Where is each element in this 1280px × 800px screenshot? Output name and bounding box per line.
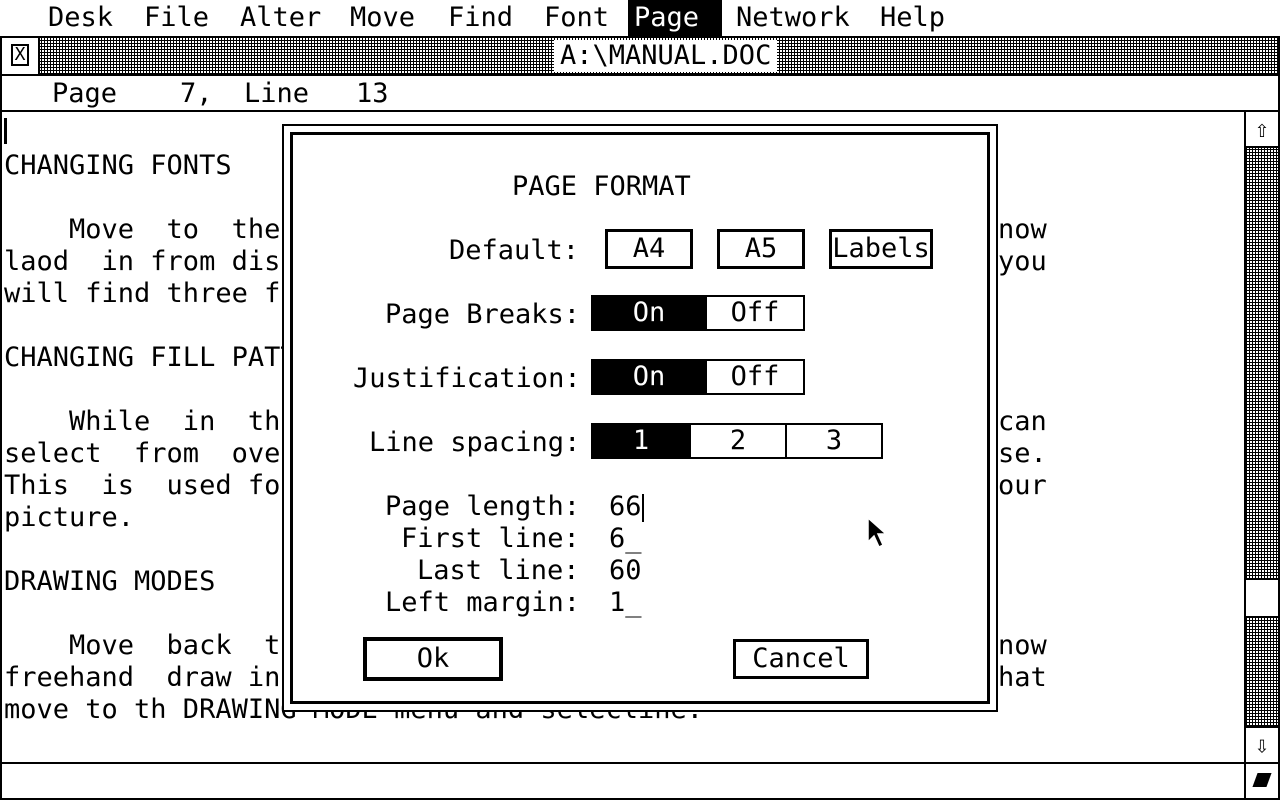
menu-font[interactable]: Font: [536, 0, 617, 36]
menu-bar: Desk File Alter Move Find Font Page Netw…: [0, 0, 1280, 38]
justification-on[interactable]: On: [593, 361, 705, 393]
doc-line-fragment: can: [998, 406, 1047, 437]
doc-line: laod in from disk: [4, 246, 297, 277]
page-label: Page: [52, 78, 118, 109]
default-label: Default:: [449, 235, 580, 266]
last-line-field[interactable]: 60: [609, 555, 642, 587]
doc-line: While in the: [4, 406, 297, 437]
line-label: Line: [244, 78, 310, 109]
cancel-button[interactable]: Cancel: [733, 639, 869, 679]
doc-line-fragment: se.: [998, 438, 1047, 469]
justification-off[interactable]: Off: [705, 361, 803, 393]
menu-help[interactable]: Help: [872, 0, 953, 36]
scroll-thumb[interactable]: [1246, 578, 1278, 618]
labels-button[interactable]: Labels: [829, 229, 933, 269]
page-breaks-off[interactable]: Off: [705, 297, 803, 329]
info-bar: Page 7, Line 13: [2, 76, 1278, 112]
menu-move[interactable]: Move: [342, 0, 423, 36]
menu-find[interactable]: Find: [440, 0, 521, 36]
justification-toggle[interactable]: On Off: [591, 359, 805, 395]
a4-button[interactable]: A4: [605, 229, 693, 269]
first-line-label: First line:: [401, 523, 580, 554]
line-value: 13: [356, 78, 389, 109]
doc-line: freehand draw in: [4, 662, 281, 693]
resize-handle-icon[interactable]: [1244, 764, 1278, 798]
doc-line: CHANGING FONTS: [4, 150, 232, 181]
page-format-dialog: PAGE FORMAT Default: A4 A5 Labels Page B…: [282, 124, 998, 712]
page-length-label: Page length:: [385, 491, 581, 522]
doc-line-fragment: now: [998, 214, 1047, 245]
window-title: A:\MANUAL.DOC: [554, 40, 778, 72]
menu-file[interactable]: File: [136, 0, 217, 36]
menu-network[interactable]: Network: [728, 0, 858, 36]
menu-page[interactable]: Page: [628, 0, 722, 36]
page-breaks-label: Page Breaks:: [385, 299, 581, 330]
page-breaks-on[interactable]: On: [593, 297, 705, 329]
scroll-up-arrow-icon[interactable]: ⇧: [1246, 112, 1278, 148]
line-spacing-label: Line spacing:: [369, 427, 581, 458]
a5-button[interactable]: A5: [717, 229, 805, 269]
left-margin-field[interactable]: 1_: [609, 587, 642, 619]
ok-button[interactable]: Ok: [363, 637, 503, 681]
doc-line: CHANGING FILL PATT: [4, 342, 297, 373]
title-bar[interactable]: X A:\MANUAL.DOC: [2, 38, 1278, 76]
doc-line: This is used for: [4, 470, 297, 501]
doc-line: picture.: [4, 502, 135, 533]
menu-desk[interactable]: Desk: [40, 0, 121, 36]
doc-line: Move back to: [4, 630, 297, 661]
vertical-scrollbar[interactable]: ⇧ ⇩: [1244, 112, 1278, 762]
line-spacing-2[interactable]: 2: [689, 425, 785, 457]
doc-line-fragment: our: [998, 470, 1047, 501]
page-length-field[interactable]: 66: [609, 491, 644, 523]
line-spacing-1[interactable]: 1: [593, 425, 689, 457]
justification-label: Justification:: [353, 363, 581, 394]
scroll-down-arrow-icon[interactable]: ⇩: [1246, 726, 1278, 762]
close-box[interactable]: X: [2, 38, 40, 74]
dialog-frame: PAGE FORMAT Default: A4 A5 Labels Page B…: [290, 132, 990, 704]
doc-line: Move to the: [4, 214, 281, 245]
page-value: 7,: [180, 78, 213, 109]
dialog-title: PAGE FORMAT: [512, 171, 691, 202]
doc-line-fragment: you: [998, 246, 1047, 277]
doc-line-fragment: now: [998, 630, 1047, 661]
mouse-pointer-icon: [867, 516, 888, 549]
left-margin-label: Left margin:: [385, 587, 581, 618]
scroll-track[interactable]: [1246, 148, 1278, 726]
line-spacing-3[interactable]: 3: [785, 425, 881, 457]
bottom-bar: [2, 762, 1278, 798]
line-spacing-toggle[interactable]: 1 2 3: [591, 423, 883, 459]
doc-line: select from over: [4, 438, 297, 469]
doc-line: will find three fo: [4, 278, 297, 309]
last-line-label: Last line:: [417, 555, 580, 586]
close-icon[interactable]: X: [11, 44, 29, 66]
page-breaks-toggle[interactable]: On Off: [591, 295, 805, 331]
menu-alter[interactable]: Alter: [232, 0, 329, 36]
doc-line-fragment: hat: [998, 662, 1047, 693]
doc-line: DRAWING MODES: [4, 566, 216, 597]
text-cursor: [4, 118, 7, 144]
first-line-field[interactable]: 6_: [609, 523, 642, 555]
